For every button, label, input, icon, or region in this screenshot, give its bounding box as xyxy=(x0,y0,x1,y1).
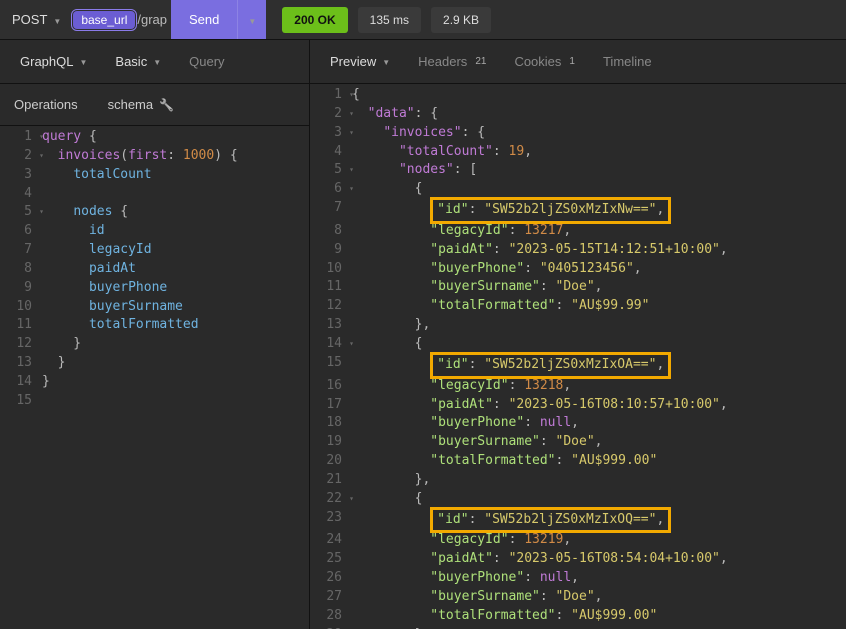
tab-cookies[interactable]: Cookies 1 xyxy=(502,46,587,77)
code-line: 2▾ invoices(first: 1000) { xyxy=(0,147,309,166)
code-line: 13 }, xyxy=(310,316,846,335)
tab-label: GraphQL xyxy=(20,54,73,69)
tab-label: Basic xyxy=(115,54,147,69)
url-input[interactable]: base_url /grap xyxy=(73,11,171,29)
highlighted-id-line: "id": "SW52b2ljZS0xMzIxNw==", xyxy=(430,197,671,224)
code-line: 3▾ "invoices": { xyxy=(310,124,846,143)
code-line: 12 "totalFormatted": "AU$99.99" xyxy=(310,297,846,316)
http-method-select[interactable]: POST xyxy=(0,12,73,27)
code-line: 18 "buyerPhone": null, xyxy=(310,414,846,433)
code-line: 19 "buyerSurname": "Doe", xyxy=(310,433,846,452)
headers-count: 21 xyxy=(475,56,486,67)
response-time-badge[interactable]: 135 ms xyxy=(358,7,421,33)
operations-button[interactable]: Operations xyxy=(14,97,78,112)
env-variable-chip[interactable]: base_url xyxy=(73,11,135,29)
code-line: 4 "totalCount": 19, xyxy=(310,143,846,162)
fold-icon[interactable]: ▾ xyxy=(39,131,44,143)
code-line: 26 "buyerPhone": null, xyxy=(310,569,846,588)
fold-icon[interactable]: ▾ xyxy=(349,338,354,350)
tab-label: Query xyxy=(189,54,224,69)
code-line: 9 buyerPhone xyxy=(0,279,309,298)
tab-label: Timeline xyxy=(603,54,652,69)
fold-icon[interactable]: ▾ xyxy=(349,183,354,195)
send-options-button[interactable] xyxy=(237,0,266,39)
code-line: 3 totalCount xyxy=(0,166,309,185)
request-toolbar: POST base_url /grap Send 200 OK 135 ms 2… xyxy=(0,0,846,40)
send-button[interactable]: Send xyxy=(171,0,266,39)
chevron-down-icon xyxy=(53,12,61,27)
fold-icon[interactable]: ▾ xyxy=(349,108,354,120)
schema-button[interactable]: schema xyxy=(108,97,174,112)
code-line: 8 paidAt xyxy=(0,260,309,279)
fold-icon[interactable]: ▾ xyxy=(349,493,354,505)
tab-auth-basic[interactable]: Basic xyxy=(103,46,173,77)
wrench-icon xyxy=(159,97,174,112)
code-line: 20 "totalFormatted": "AU$999.00" xyxy=(310,452,846,471)
code-line: 10 "buyerPhone": "0405123456", xyxy=(310,260,846,279)
code-line: 25 "paidAt": "2023-05-16T08:54:04+10:00"… xyxy=(310,550,846,569)
code-line: 7 "id": "SW52b2ljZS0xMzIxNw==", xyxy=(310,199,846,222)
code-line: 14} xyxy=(0,373,309,392)
url-path-text: /grap xyxy=(135,12,167,27)
chevron-down-icon xyxy=(153,57,161,67)
tab-label: Cookies xyxy=(514,54,561,69)
tab-label: Preview xyxy=(330,54,376,69)
code-line: 6 id xyxy=(0,222,309,241)
tab-headers[interactable]: Headers 21 xyxy=(406,46,498,77)
code-line: 23 "id": "SW52b2ljZS0xMzIxOQ==", xyxy=(310,509,846,532)
response-tabs: Preview Headers 21 Cookies 1 Timeline xyxy=(310,40,846,84)
code-line: 9 "paidAt": "2023-05-15T14:12:51+10:00", xyxy=(310,241,846,260)
tab-preview[interactable]: Preview xyxy=(318,46,402,77)
code-line: 21 }, xyxy=(310,471,846,490)
fold-icon[interactable]: ▾ xyxy=(349,127,354,139)
schema-label: schema xyxy=(108,97,154,112)
response-json-viewer[interactable]: 1▾{2▾ "data": {3▾ "invoices": {4 "totalC… xyxy=(310,84,846,629)
response-size-badge[interactable]: 2.9 KB xyxy=(431,7,491,33)
tab-timeline[interactable]: Timeline xyxy=(591,46,664,77)
highlighted-id-line: "id": "SW52b2ljZS0xMzIxOA==", xyxy=(430,352,671,379)
code-line: 16 "legacyId": 13218, xyxy=(310,377,846,396)
code-line: 12 } xyxy=(0,335,309,354)
code-line: 27 "buyerSurname": "Doe", xyxy=(310,588,846,607)
code-line: 2▾ "data": { xyxy=(310,105,846,124)
code-line: 28 "totalFormatted": "AU$999.00" xyxy=(310,607,846,626)
chevron-down-icon xyxy=(248,12,256,27)
code-line: 11 "buyerSurname": "Doe", xyxy=(310,278,846,297)
tab-label: Headers xyxy=(418,54,467,69)
request-body-tabs: GraphQL Basic Query xyxy=(0,40,309,84)
code-line: 8 "legacyId": 13217, xyxy=(310,222,846,241)
fold-icon[interactable]: ▾ xyxy=(349,89,354,101)
code-line: 13 } xyxy=(0,354,309,373)
tab-graphql[interactable]: GraphQL xyxy=(8,46,99,77)
tab-query[interactable]: Query xyxy=(177,46,236,77)
chevron-down-icon xyxy=(79,57,87,67)
code-line: 10 buyerSurname xyxy=(0,298,309,317)
highlighted-id-line: "id": "SW52b2ljZS0xMzIxOQ==", xyxy=(430,507,671,534)
code-line: 24 "legacyId": 13219, xyxy=(310,531,846,550)
code-line: 17 "paidAt": "2023-05-16T08:10:57+10:00"… xyxy=(310,396,846,415)
graphql-query-editor[interactable]: 1▾query {2▾ invoices(first: 1000) {3 tot… xyxy=(0,126,309,629)
code-line: 11 totalFormatted xyxy=(0,316,309,335)
http-method-label: POST xyxy=(12,12,47,27)
send-button-label: Send xyxy=(171,12,237,27)
code-line: 29 }, xyxy=(310,626,846,629)
fold-icon[interactable]: ▾ xyxy=(39,150,44,162)
code-line: 5▾ "nodes": [ xyxy=(310,161,846,180)
code-line: 1▾{ xyxy=(310,86,846,105)
fold-icon[interactable]: ▾ xyxy=(39,206,44,218)
code-line: 15 "id": "SW52b2ljZS0xMzIxOA==", xyxy=(310,354,846,377)
chevron-down-icon xyxy=(382,57,390,67)
response-meta: 200 OK 135 ms 2.9 KB xyxy=(266,7,491,33)
code-line: 15 xyxy=(0,392,309,411)
code-line: 7 legacyId xyxy=(0,241,309,260)
cookies-count: 1 xyxy=(569,56,575,67)
graphql-toolbar: Operations schema xyxy=(0,84,309,126)
fold-icon[interactable]: ▾ xyxy=(349,164,354,176)
code-line: 4 xyxy=(0,185,309,204)
code-line: 1▾query { xyxy=(0,128,309,147)
code-line: 5▾ nodes { xyxy=(0,203,309,222)
status-code-badge[interactable]: 200 OK xyxy=(282,7,347,33)
